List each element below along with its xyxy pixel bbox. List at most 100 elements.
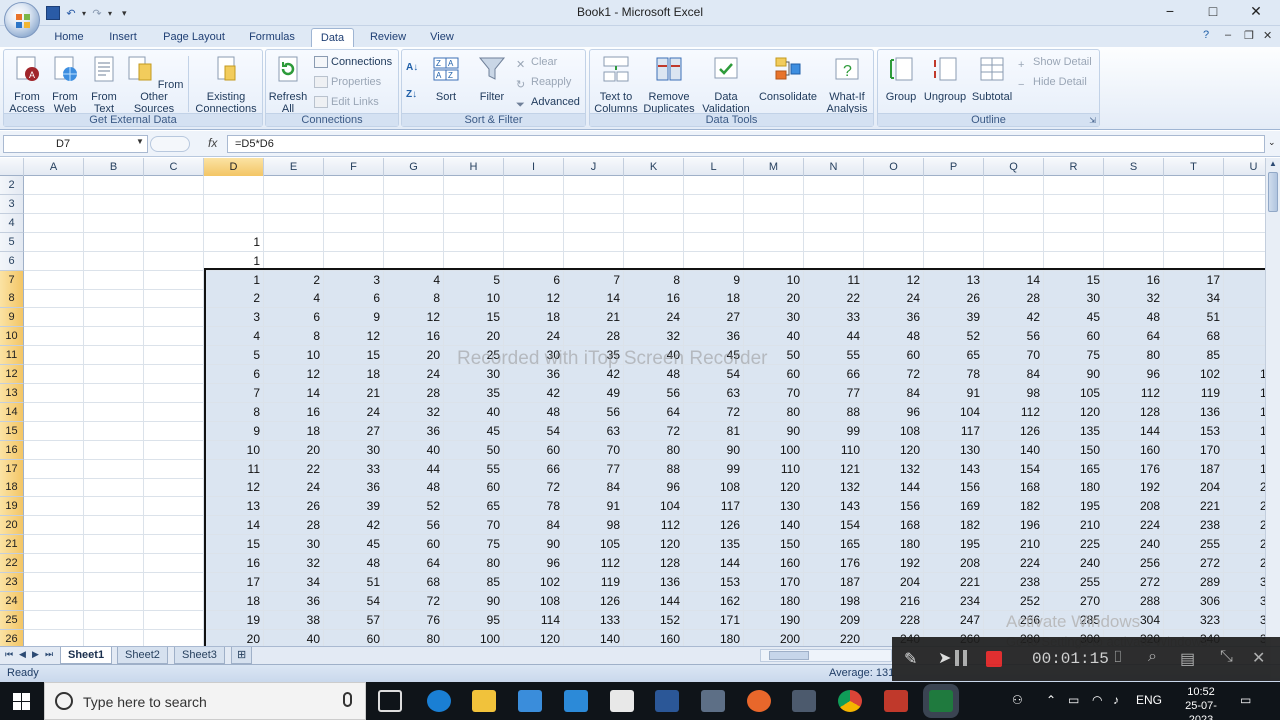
cell-g14[interactable]: 32	[384, 402, 444, 422]
cell-a4[interactable]	[24, 213, 84, 233]
column-header-o[interactable]: O	[864, 158, 924, 176]
cell-j26[interactable]: 140	[564, 629, 624, 646]
pen-icon[interactable]: ✎	[904, 649, 917, 669]
cell-i17[interactable]: 66	[504, 459, 564, 479]
cell-c18[interactable]	[144, 478, 204, 498]
from-other-sources-button[interactable]: From Other Sources	[124, 54, 184, 115]
cell-f10[interactable]: 12	[324, 327, 384, 347]
row-header-25[interactable]: 25	[0, 610, 24, 630]
cell-r11[interactable]: 75	[1044, 346, 1104, 366]
close-button[interactable]: ✕	[1241, 3, 1271, 20]
cell-d23[interactable]: 17	[204, 572, 264, 592]
cell-n5[interactable]	[804, 232, 864, 252]
cell-s23[interactable]: 272	[1104, 572, 1164, 592]
cell-m25[interactable]: 190	[744, 610, 804, 630]
cell-l7[interactable]: 9	[684, 270, 744, 290]
cell-u25[interactable]: 342	[1224, 610, 1265, 630]
cell-d11[interactable]: 5	[204, 346, 264, 366]
column-header-d[interactable]: D	[204, 158, 264, 176]
cell-s11[interactable]: 80	[1104, 346, 1164, 366]
cell-h12[interactable]: 30	[444, 365, 504, 384]
row-header-20[interactable]: 20	[0, 516, 24, 536]
tab-view[interactable]: View	[422, 28, 462, 47]
next-sheet-icon[interactable]: ▶	[32, 649, 39, 660]
cell-j25[interactable]: 133	[564, 610, 624, 630]
cell-i24[interactable]: 108	[504, 591, 564, 611]
cell-m5[interactable]	[744, 232, 804, 252]
row-header-13[interactable]: 13	[0, 383, 24, 403]
cell-l15[interactable]: 81	[684, 421, 744, 441]
cell-a25[interactable]	[24, 610, 84, 630]
stop-record-icon[interactable]	[986, 651, 1002, 667]
cell-c2[interactable]	[144, 176, 204, 195]
cell-a26[interactable]	[24, 629, 84, 646]
cell-f3[interactable]	[324, 194, 384, 214]
cell-q8[interactable]: 28	[984, 289, 1044, 309]
cell-p19[interactable]: 169	[924, 497, 984, 517]
cell-k9[interactable]: 24	[624, 308, 684, 328]
cell-f22[interactable]: 48	[324, 554, 384, 573]
cell-e16[interactable]: 20	[264, 440, 324, 460]
cell-g15[interactable]: 36	[384, 421, 444, 441]
sort-z-a-button[interactable]: Z↓	[406, 86, 426, 104]
cell-n12[interactable]: 66	[804, 365, 864, 384]
ungroup-button[interactable]: Ungroup	[922, 54, 968, 103]
connections-button[interactable]: Connections	[314, 53, 392, 71]
cell-n21[interactable]: 165	[804, 535, 864, 555]
cell-k13[interactable]: 56	[624, 383, 684, 403]
cell-s14[interactable]: 128	[1104, 402, 1164, 422]
what-if-analysis-button[interactable]: ? What-If Analysis	[822, 54, 872, 115]
cell-s5[interactable]	[1104, 232, 1164, 252]
horizontal-scroll-thumb[interactable]	[769, 651, 809, 660]
cell-c21[interactable]	[144, 535, 204, 555]
cell-f26[interactable]: 60	[324, 629, 384, 646]
cell-u7[interactable]: 18	[1224, 270, 1265, 290]
cell-i20[interactable]: 84	[504, 516, 564, 536]
cell-l11[interactable]: 45	[684, 346, 744, 366]
cell-d5[interactable]: 1	[204, 232, 264, 252]
cell-u13[interactable]: 126	[1224, 383, 1265, 403]
cell-l4[interactable]	[684, 213, 744, 233]
cell-i6[interactable]	[504, 251, 564, 271]
prev-sheet-icon[interactable]: ◀	[19, 649, 26, 660]
cell-r10[interactable]: 60	[1044, 327, 1104, 347]
cell-i2[interactable]	[504, 176, 564, 195]
cell-k10[interactable]: 32	[624, 327, 684, 347]
row-header-4[interactable]: 4	[0, 213, 24, 233]
minimize-button[interactable]: −	[1155, 3, 1185, 19]
cell-u2[interactable]	[1224, 176, 1265, 195]
cell-d14[interactable]: 8	[204, 402, 264, 422]
cell-q11[interactable]: 70	[984, 346, 1044, 366]
cell-k2[interactable]	[624, 176, 684, 195]
cell-l20[interactable]: 126	[684, 516, 744, 536]
cell-p25[interactable]: 247	[924, 610, 984, 630]
cell-o3[interactable]	[864, 194, 924, 214]
cell-h23[interactable]: 85	[444, 572, 504, 592]
cell-e6[interactable]	[264, 251, 324, 271]
row-header-9[interactable]: 9	[0, 308, 24, 328]
cell-q10[interactable]: 56	[984, 327, 1044, 347]
cell-c3[interactable]	[144, 194, 204, 214]
cell-n15[interactable]: 99	[804, 421, 864, 441]
cell-u12[interactable]: 108	[1224, 365, 1265, 384]
cell-i26[interactable]: 120	[504, 629, 564, 646]
cell-j11[interactable]: 35	[564, 346, 624, 366]
cell-n9[interactable]: 33	[804, 308, 864, 328]
cell-i14[interactable]: 48	[504, 402, 564, 422]
column-header-c[interactable]: C	[144, 158, 204, 176]
cell-c5[interactable]	[144, 232, 204, 252]
cell-o7[interactable]: 12	[864, 270, 924, 290]
cell-e2[interactable]	[264, 176, 324, 195]
cell-d4[interactable]	[204, 213, 264, 233]
cell-g6[interactable]	[384, 251, 444, 271]
cell-g3[interactable]	[384, 194, 444, 214]
row-header-12[interactable]: 12	[0, 365, 24, 384]
row-header-14[interactable]: 14	[0, 402, 24, 422]
column-header-j[interactable]: J	[564, 158, 624, 176]
cell-d18[interactable]: 12	[204, 478, 264, 498]
cell-b4[interactable]	[84, 213, 144, 233]
cell-r2[interactable]	[1044, 176, 1104, 195]
cell-i15[interactable]: 54	[504, 421, 564, 441]
cell-s7[interactable]: 16	[1104, 270, 1164, 290]
cell-e23[interactable]: 34	[264, 572, 324, 592]
